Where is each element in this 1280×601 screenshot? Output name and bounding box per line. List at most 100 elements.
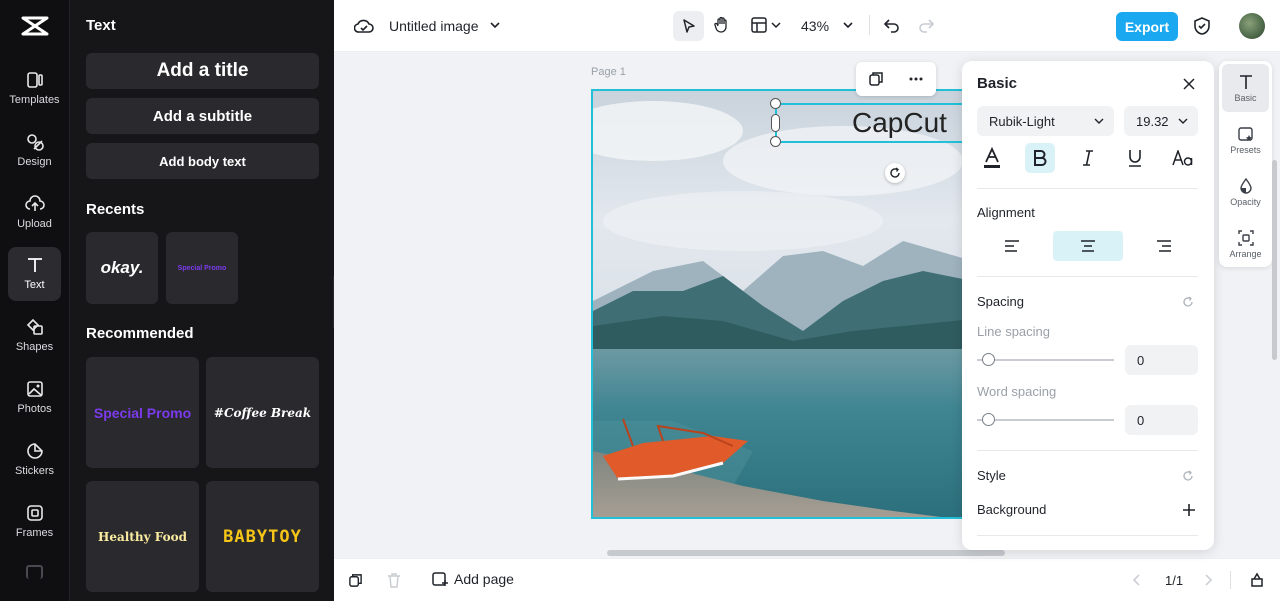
hand-tool-icon[interactable]: [713, 16, 731, 34]
font-size-select[interactable]: 19.32: [1124, 106, 1198, 136]
chevron-down-icon[interactable]: [842, 19, 854, 31]
chevron-down-icon[interactable]: [489, 19, 501, 31]
chevron-down-icon[interactable]: [771, 20, 781, 30]
presets-icon: [1237, 126, 1253, 141]
recent-text-tile[interactable]: okay.: [86, 232, 158, 304]
slider-knob[interactable]: [982, 413, 995, 426]
tab-basic[interactable]: Basic: [1222, 64, 1269, 112]
text-case-button[interactable]: [1168, 143, 1198, 173]
text-color-button[interactable]: [977, 143, 1007, 173]
rail-item-upload[interactable]: Upload: [8, 186, 61, 240]
recommended-text-tile[interactable]: BABYTOY: [206, 481, 319, 592]
word-spacing-input[interactable]: 0: [1125, 405, 1198, 435]
recommended-text-tile[interactable]: Healthy Food: [86, 481, 199, 592]
rail-item-design[interactable]: Design: [8, 124, 61, 178]
line-spacing-input[interactable]: 0: [1125, 345, 1198, 375]
more-options-icon[interactable]: [908, 71, 924, 87]
close-icon[interactable]: [1183, 78, 1195, 90]
align-left-icon: [1005, 240, 1019, 252]
duplicate-icon[interactable]: [868, 71, 884, 87]
rail-item-templates[interactable]: Templates: [8, 62, 61, 116]
reset-icon[interactable]: [1182, 470, 1194, 482]
more-icon[interactable]: [26, 565, 43, 579]
resize-handle[interactable]: [771, 114, 780, 132]
redo-icon[interactable]: [917, 16, 935, 34]
tab-opacity[interactable]: Opacity: [1222, 168, 1269, 216]
underline-button[interactable]: [1120, 143, 1150, 173]
cloud-save-icon[interactable]: [354, 16, 374, 36]
reset-icon[interactable]: [1182, 296, 1194, 308]
layout-icon[interactable]: [750, 16, 768, 34]
tab-label: Presets: [1230, 144, 1261, 155]
chevron-down-icon: [1094, 118, 1104, 124]
design-icon: [26, 134, 44, 151]
add-icon[interactable]: [1182, 503, 1196, 517]
export-button[interactable]: Export: [1116, 12, 1178, 41]
recommended-text-preview: Healthy Food: [98, 529, 187, 544]
chevron-down-icon: [1178, 118, 1188, 124]
delete-page-icon[interactable]: [387, 573, 401, 588]
avatar[interactable]: [1239, 13, 1265, 39]
recent-text-tile[interactable]: Special Promo: [166, 232, 238, 304]
italic-icon: [1083, 150, 1093, 166]
horizontal-scrollbar[interactable]: [607, 550, 1005, 556]
tab-label: Basic: [1234, 92, 1257, 103]
add-page-button[interactable]: Add page: [432, 571, 514, 587]
lake-mountain-photo: [593, 91, 969, 517]
left-rail: Templates Design Upload Text Shapes Phot…: [0, 0, 70, 601]
zoom-level[interactable]: 43%: [801, 18, 829, 34]
rail-item-frames[interactable]: Frames: [8, 495, 61, 549]
italic-button[interactable]: [1073, 143, 1103, 173]
line-spacing-label: Line spacing: [977, 324, 1050, 339]
section-divider: [977, 535, 1198, 536]
rail-label: Design: [17, 156, 52, 168]
vertical-scrollbar[interactable]: [1272, 160, 1277, 360]
resize-handle[interactable]: [770, 98, 781, 109]
align-center-button[interactable]: [1053, 231, 1123, 261]
add-page-label: Add page: [454, 571, 514, 587]
text-color-icon: [984, 147, 1000, 168]
rail-item-stickers[interactable]: Stickers: [8, 433, 61, 487]
add-subtitle-button[interactable]: Add a subtitle: [86, 98, 319, 134]
rail-item-text[interactable]: Text: [8, 247, 61, 301]
duplicate-page-icon[interactable]: [348, 573, 363, 588]
text-case-icon: [1172, 150, 1193, 166]
slider-knob[interactable]: [982, 353, 995, 366]
tab-arrange[interactable]: Arrange: [1222, 220, 1269, 268]
tab-label: Opacity: [1230, 196, 1261, 207]
properties-header: Basic: [977, 75, 1018, 92]
recommended-heading: Recommended: [86, 325, 194, 342]
document-title[interactable]: Untitled image: [389, 18, 479, 34]
toolbar-divider: [869, 15, 870, 35]
canvas-text-element[interactable]: CapCut: [775, 103, 975, 143]
pages-panel-icon[interactable]: [1249, 572, 1265, 588]
add-body-text-button[interactable]: Add body text: [86, 143, 319, 179]
recommended-text-tile[interactable]: Special Promo: [86, 357, 199, 468]
font-family-value: Rubik-Light: [989, 113, 1055, 129]
bold-button[interactable]: [1025, 143, 1055, 173]
tab-presets[interactable]: Presets: [1222, 116, 1269, 164]
align-right-button[interactable]: [1129, 231, 1199, 261]
chevron-left-icon[interactable]: [1132, 574, 1142, 586]
select-tool-button[interactable]: [673, 11, 704, 41]
rotate-icon: [890, 167, 900, 178]
align-left-button[interactable]: [977, 231, 1047, 261]
recommended-text-tile[interactable]: #Coffee Break: [206, 357, 319, 468]
chevron-right-icon[interactable]: [1203, 574, 1213, 586]
font-family-select[interactable]: Rubik-Light: [977, 106, 1114, 136]
undo-icon[interactable]: [883, 16, 901, 34]
canvas-image[interactable]: [591, 89, 971, 519]
line-spacing-slider[interactable]: [977, 353, 1114, 366]
add-title-button[interactable]: Add a title: [86, 53, 319, 89]
rail-item-photos[interactable]: Photos: [8, 371, 61, 425]
upload-icon: [24, 195, 45, 211]
canvas-text[interactable]: CapCut: [852, 107, 947, 139]
resize-handle[interactable]: [770, 136, 781, 147]
rail-item-shapes[interactable]: Shapes: [8, 309, 61, 363]
word-spacing-slider[interactable]: [977, 413, 1114, 426]
frames-icon: [26, 505, 43, 521]
rotate-handle[interactable]: [885, 163, 905, 183]
capcut-logo-icon[interactable]: [19, 12, 51, 40]
shield-icon[interactable]: [1193, 16, 1211, 36]
pointer-icon: [683, 19, 695, 33]
